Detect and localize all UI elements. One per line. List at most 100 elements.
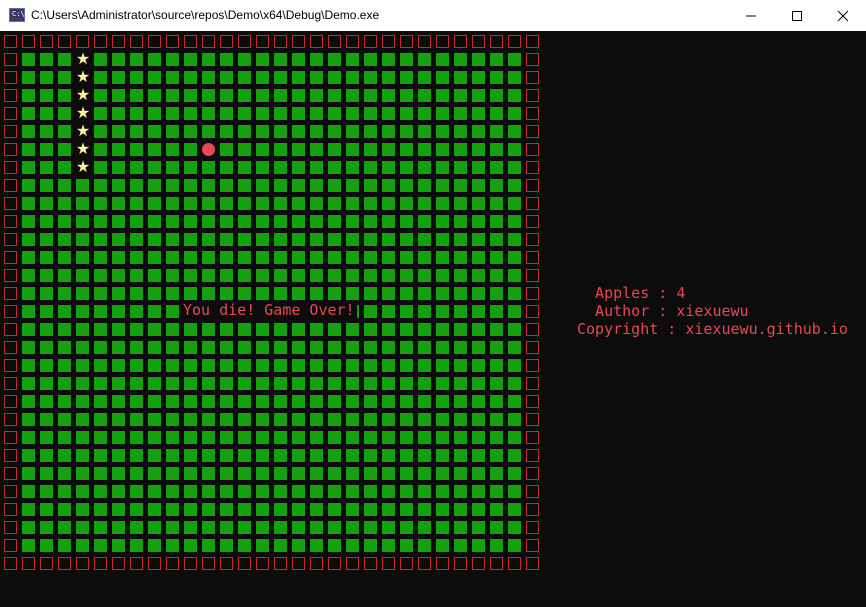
grass-cell <box>22 521 35 534</box>
grass-cell <box>220 53 233 66</box>
grass-cell <box>76 197 89 210</box>
grass-cell <box>40 521 53 534</box>
grass-cell <box>148 161 161 174</box>
wall-cell <box>526 233 539 246</box>
grass-cell <box>454 395 467 408</box>
grass-cell <box>76 377 89 390</box>
grass-cell <box>454 413 467 426</box>
grass-cell <box>130 305 143 318</box>
wall-cell <box>526 431 539 444</box>
grass-cell <box>112 287 125 300</box>
wall-cell <box>292 557 305 570</box>
grass-cell <box>184 539 197 552</box>
grass-cell <box>166 341 179 354</box>
grass-cell <box>310 269 323 282</box>
grass-cell <box>382 341 395 354</box>
grass-cell <box>94 449 107 462</box>
grass-cell <box>58 431 71 444</box>
wall-cell <box>4 521 17 534</box>
grass-cell <box>238 71 251 84</box>
wall-cell <box>148 557 161 570</box>
grass-cell <box>346 107 359 120</box>
grass-cell <box>490 449 503 462</box>
grass-cell <box>400 233 413 246</box>
grass-cell <box>274 125 287 138</box>
grass-cell <box>274 485 287 498</box>
grass-cell <box>490 467 503 480</box>
grass-cell <box>166 503 179 516</box>
title-bar[interactable]: C:\ C:\Users\Administrator\source\repos\… <box>0 0 866 32</box>
grass-cell <box>400 53 413 66</box>
wall-cell <box>454 557 467 570</box>
grass-cell <box>490 377 503 390</box>
grass-cell <box>292 521 305 534</box>
grass-cell <box>58 485 71 498</box>
grass-cell <box>490 269 503 282</box>
grass-cell <box>382 143 395 156</box>
grass-cell <box>292 359 305 372</box>
grass-cell <box>508 413 521 426</box>
wall-cell <box>4 215 17 228</box>
apple <box>202 143 215 156</box>
grass-cell <box>130 413 143 426</box>
wall-cell <box>76 35 89 48</box>
grass-cell <box>328 53 341 66</box>
grass-cell <box>274 215 287 228</box>
wall-cell <box>526 449 539 462</box>
grass-cell <box>76 269 89 282</box>
grass-cell <box>238 359 251 372</box>
grass-cell <box>184 269 197 282</box>
grass-cell <box>310 323 323 336</box>
wall-cell <box>526 413 539 426</box>
grass-cell <box>382 215 395 228</box>
grass-cell <box>22 449 35 462</box>
grass-cell <box>418 125 431 138</box>
maximize-button[interactable] <box>774 0 820 31</box>
wall-cell <box>4 413 17 426</box>
grass-cell <box>490 341 503 354</box>
grass-cell <box>76 485 89 498</box>
wall-cell <box>526 485 539 498</box>
grass-cell <box>220 125 233 138</box>
grass-cell <box>292 179 305 192</box>
grass-cell <box>292 125 305 138</box>
grass-cell <box>292 323 305 336</box>
grass-cell <box>184 431 197 444</box>
grass-cell <box>94 107 107 120</box>
grass-cell <box>256 125 269 138</box>
grass-cell <box>202 53 215 66</box>
grass-cell <box>346 539 359 552</box>
grass-cell <box>328 71 341 84</box>
close-button[interactable] <box>820 0 866 31</box>
grass-cell <box>292 503 305 516</box>
grass-cell <box>58 305 71 318</box>
grass-cell <box>382 125 395 138</box>
grass-cell <box>256 107 269 120</box>
grass-cell <box>418 269 431 282</box>
grass-cell <box>364 395 377 408</box>
grass-cell <box>454 467 467 480</box>
grass-cell <box>256 71 269 84</box>
grass-cell <box>148 71 161 84</box>
grass-cell <box>220 251 233 264</box>
wall-cell <box>256 35 269 48</box>
grass-cell <box>40 341 53 354</box>
grass-cell <box>94 71 107 84</box>
wall-cell <box>4 161 17 174</box>
grass-cell <box>508 71 521 84</box>
grass-cell <box>58 359 71 372</box>
grass-cell <box>130 179 143 192</box>
grass-cell <box>58 521 71 534</box>
grass-cell <box>202 341 215 354</box>
grass-cell <box>238 107 251 120</box>
grass-cell <box>418 323 431 336</box>
grass-cell <box>40 359 53 372</box>
grass-cell <box>382 197 395 210</box>
grass-cell <box>40 431 53 444</box>
wall-cell <box>526 197 539 210</box>
grass-cell <box>58 125 71 138</box>
minimize-button[interactable] <box>728 0 774 31</box>
wall-cell <box>148 35 161 48</box>
wall-cell <box>238 35 251 48</box>
snake-segment-star-icon: ★ <box>75 49 91 68</box>
